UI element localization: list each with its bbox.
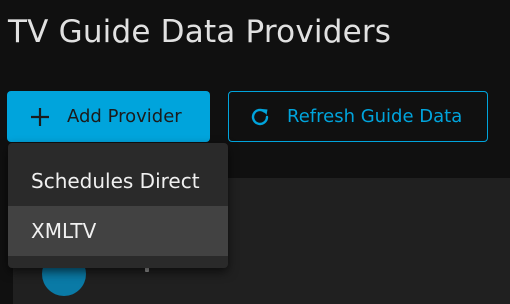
add-provider-button[interactable]: Add Provider bbox=[7, 91, 210, 142]
add-provider-label: Add Provider bbox=[67, 106, 182, 127]
plus-icon bbox=[29, 106, 51, 128]
refresh-icon bbox=[249, 106, 271, 128]
add-provider-dropdown: Schedules Direct XMLTV bbox=[8, 143, 228, 268]
refresh-guide-data-button[interactable]: Refresh Guide Data bbox=[228, 91, 488, 142]
menu-item-schedules-direct[interactable]: Schedules Direct bbox=[8, 156, 228, 206]
menu-item-xmltv[interactable]: XMLTV bbox=[8, 206, 228, 256]
page: TV Guide Data Providers Add Provider Ref… bbox=[0, 0, 510, 304]
page-title: TV Guide Data Providers bbox=[8, 14, 392, 50]
refresh-guide-data-label: Refresh Guide Data bbox=[287, 106, 463, 127]
